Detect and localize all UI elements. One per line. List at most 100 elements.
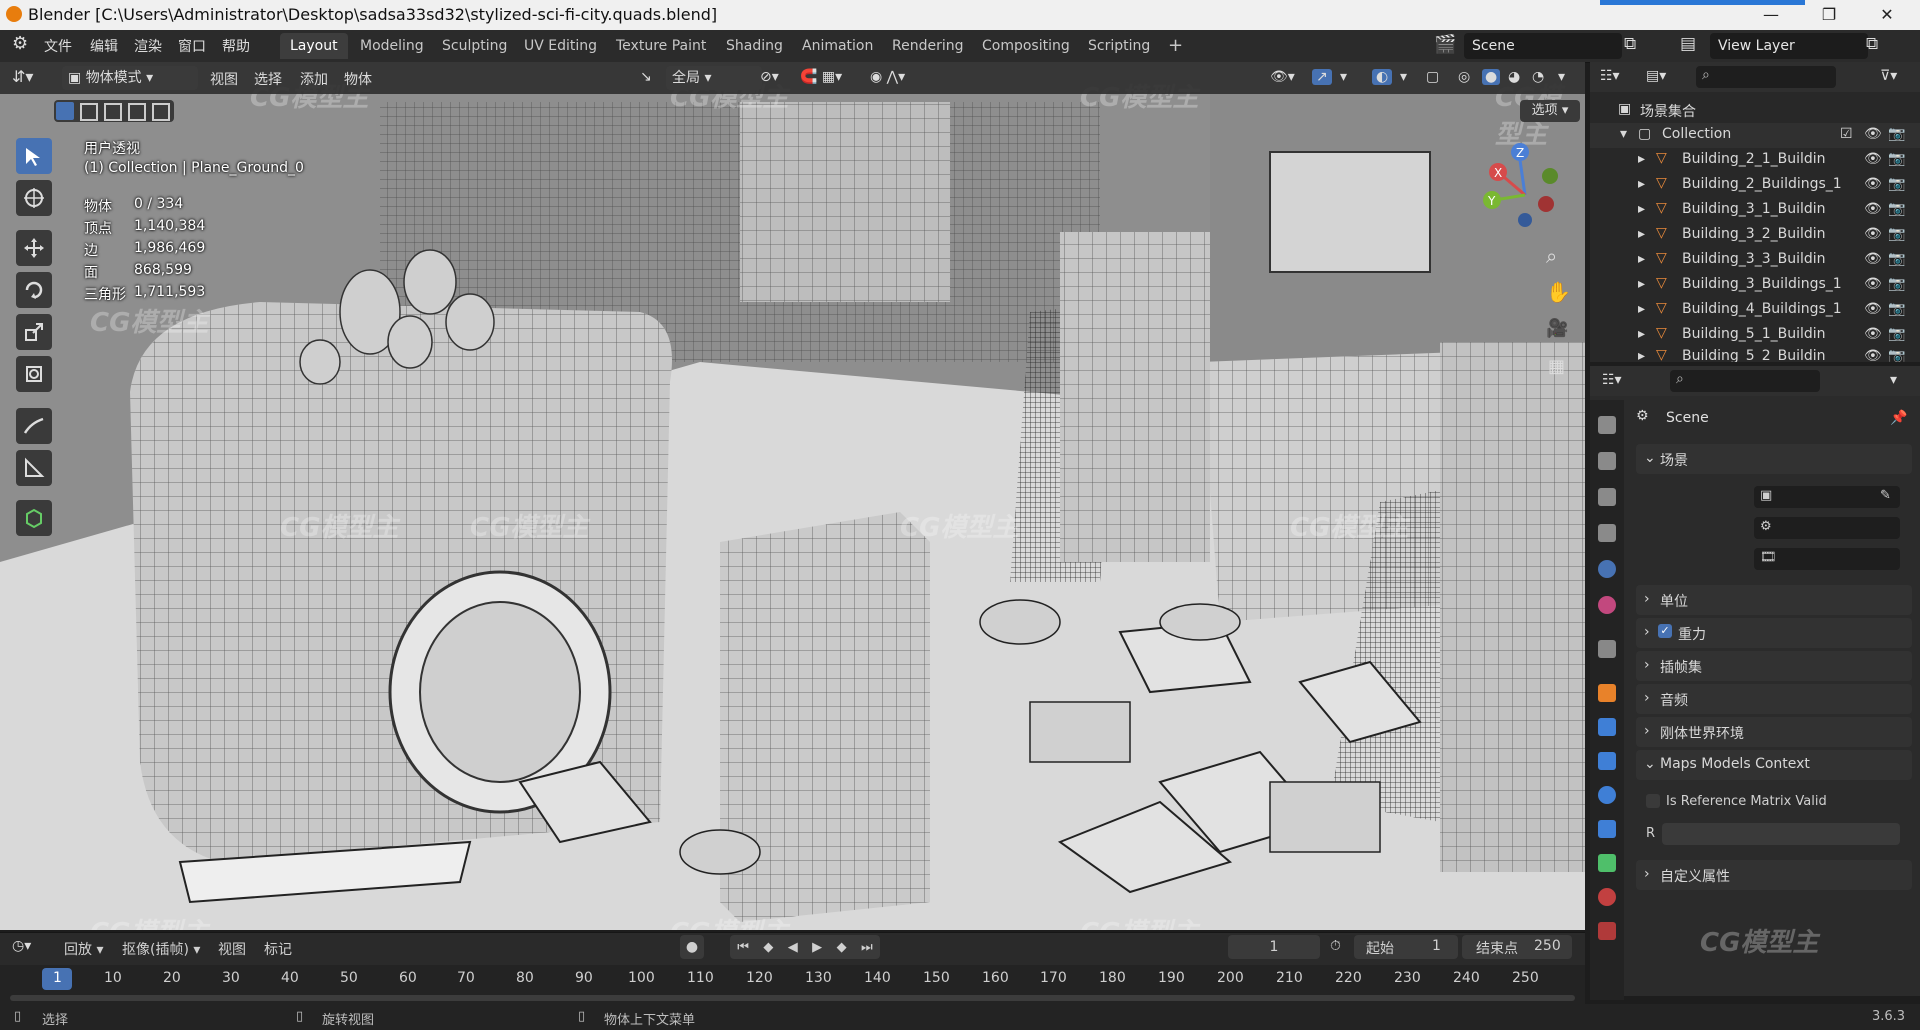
section-units[interactable]: › 单位 xyxy=(1636,585,1912,615)
tab-shading[interactable]: Shading xyxy=(716,33,793,59)
visibility-icon[interactable]: 👁▾ xyxy=(1270,69,1295,85)
section-scene[interactable]: ⌄ 场景 xyxy=(1636,444,1912,474)
camera-icon[interactable]: 📷 xyxy=(1888,151,1905,167)
collection-tab-icon[interactable] xyxy=(1598,640,1616,658)
timeline-scrollbar[interactable] xyxy=(10,995,1575,1001)
properties-editor-icon[interactable]: ☷▾ xyxy=(1602,372,1622,388)
expand-arrow-icon[interactable]: ▸ xyxy=(1638,251,1645,267)
expand-arrow-icon[interactable]: ▸ xyxy=(1638,276,1645,292)
tab-compositing[interactable]: Compositing xyxy=(972,33,1080,59)
select-box-tool-icon[interactable] xyxy=(16,138,52,174)
new-scene-icon[interactable]: ⧉ xyxy=(1624,34,1636,54)
camera-icon[interactable]: 📷 xyxy=(1888,226,1905,242)
properties-search-input[interactable]: ⌕ xyxy=(1670,370,1820,392)
prev-keyframe-icon[interactable]: ◆ xyxy=(763,940,773,955)
scene-tab-icon[interactable] xyxy=(1598,560,1616,578)
shading-wireframe-icon[interactable]: ◎ xyxy=(1458,69,1470,85)
shading-solid-icon[interactable]: ● xyxy=(1482,69,1501,85)
select-new-icon[interactable] xyxy=(56,102,74,120)
outliner-item[interactable]: ▸ ▽ Building_3_1_Buildin 👁 📷 xyxy=(1590,198,1920,223)
eye-icon[interactable]: 👁 xyxy=(1864,276,1882,292)
physics-tab-icon[interactable] xyxy=(1598,786,1616,804)
data-tab-icon[interactable] xyxy=(1598,854,1616,872)
select-extend-icon[interactable] xyxy=(80,103,98,121)
section-keying-sets[interactable]: › 插帧集 xyxy=(1636,651,1912,681)
timeline-editor-icon[interactable]: ◷▾ xyxy=(12,938,31,954)
section-custom-properties[interactable]: › 自定义属性 xyxy=(1636,860,1912,890)
eye-icon[interactable]: 👁 xyxy=(1864,151,1882,167)
object-tab-icon[interactable] xyxy=(1598,684,1616,702)
menu-render[interactable]: 渲染 xyxy=(134,36,162,56)
view-layer-selector[interactable]: View Layer xyxy=(1710,33,1868,59)
display-mode-icon[interactable]: ▤▾ xyxy=(1646,68,1666,84)
modifier-tab-icon[interactable] xyxy=(1598,718,1616,736)
zoom-icon[interactable]: ⌕ xyxy=(1546,244,1557,268)
menu-edit[interactable]: 编辑 xyxy=(90,36,118,56)
shading-rendered-icon[interactable]: ◔ xyxy=(1532,69,1544,85)
outliner-item[interactable]: ▸ ▽ Building_3_3_Buildin 👁 📷 xyxy=(1590,248,1920,273)
minimize-icon[interactable]: — xyxy=(1748,2,1794,28)
outliner-item[interactable]: ▸ ▽ Building_3_2_Buildin 👁 📷 xyxy=(1590,223,1920,248)
end-frame-field[interactable]: 结束点 250 xyxy=(1462,935,1572,959)
tab-rendering[interactable]: Rendering xyxy=(882,33,974,59)
gizmo-toggle-icon[interactable]: ↗ xyxy=(1312,69,1332,85)
outliner-item[interactable]: ▸ ▽ Building_4_Buildings_1 👁 📷 xyxy=(1590,298,1920,323)
menu-object[interactable]: 物体 xyxy=(344,69,372,89)
outliner-item[interactable]: ▸ ▽ Building_5_2_Buildin 👁 📷 xyxy=(1590,346,1920,362)
eye-icon[interactable]: 👁 xyxy=(1864,201,1882,217)
constraints-tab-icon[interactable] xyxy=(1598,820,1616,838)
world-tab-icon[interactable] xyxy=(1598,596,1616,614)
exclude-checkbox[interactable]: ☑ xyxy=(1840,126,1853,142)
camera-icon[interactable]: 📷 xyxy=(1888,348,1905,362)
camera-icon[interactable]: 📷 xyxy=(1888,176,1905,192)
select-subtract-icon[interactable] xyxy=(104,103,122,121)
camera-icon[interactable]: 📷 xyxy=(1888,126,1905,142)
playback-menu[interactable]: 回放 ▾ xyxy=(64,939,103,959)
navigation-gizmo[interactable]: Z X Y xyxy=(1480,140,1590,250)
blender-menu-icon[interactable]: ⚙ xyxy=(12,33,28,54)
camera-icon[interactable]: 📷 xyxy=(1888,326,1905,342)
view-layer-icon[interactable]: ▤ xyxy=(1680,34,1696,54)
menu-window[interactable]: 窗口 xyxy=(178,36,206,56)
tab-modeling[interactable]: Modeling xyxy=(350,33,434,59)
outliner-editor-icon[interactable]: ☷▾ xyxy=(1600,68,1620,84)
output-tab-icon[interactable] xyxy=(1598,488,1616,506)
rotate-tool-icon[interactable] xyxy=(16,272,52,308)
camera-icon[interactable]: 📷 xyxy=(1888,251,1905,267)
tab-layout[interactable]: Layout xyxy=(280,33,348,59)
keying-menu[interactable]: 抠像(插帧) ▾ xyxy=(122,939,200,959)
timeline-view-menu[interactable]: 视图 xyxy=(218,939,246,959)
shading-material-icon[interactable]: ◕ xyxy=(1508,69,1520,85)
camera-icon[interactable]: 📷 xyxy=(1888,301,1905,317)
eye-icon[interactable]: 👁 xyxy=(1864,226,1882,242)
transform-tool-icon[interactable] xyxy=(16,356,52,392)
chevron-down-icon[interactable]: ▾ xyxy=(1558,69,1565,85)
chevron-down-icon[interactable]: ▾ xyxy=(1400,69,1407,85)
proportional-edit-icon[interactable]: ◉ ⋀▾ xyxy=(870,69,905,85)
orientation-icon[interactable]: ↘ xyxy=(640,69,652,85)
tab-scripting[interactable]: Scripting xyxy=(1078,33,1160,59)
section-rigid-body-world[interactable]: › 刚体世界环境 xyxy=(1636,717,1912,747)
menu-help[interactable]: 帮助 xyxy=(222,36,250,56)
pan-hand-icon[interactable]: ✋ xyxy=(1546,280,1571,304)
eye-icon[interactable]: 👁 xyxy=(1864,251,1882,267)
eyedropper-icon[interactable]: ✎ xyxy=(1880,488,1891,503)
outliner-search-input[interactable]: ⌕ xyxy=(1696,66,1836,88)
3d-viewport[interactable]: CG模型主 CG模型主 CG模型主 CG模型主 CG模型主 CG模型主 CG模型… xyxy=(0,62,1585,930)
eye-icon[interactable]: 👁 xyxy=(1864,326,1882,342)
expand-arrow-icon[interactable]: ▸ xyxy=(1638,151,1645,167)
current-frame-field[interactable]: 1 xyxy=(1228,935,1320,959)
active-clip-field[interactable]: 🎞 xyxy=(1754,548,1900,570)
outliner-item[interactable]: ▸ ▽ Building_5_1_Buildin 👁 📷 xyxy=(1590,323,1920,348)
start-frame-field[interactable]: 起始 1 xyxy=(1354,935,1458,959)
tool-tab-icon[interactable] xyxy=(1598,416,1616,434)
options-dropdown[interactable]: 选项 ▾ xyxy=(1520,100,1580,122)
add-cube-tool-icon[interactable] xyxy=(16,500,52,536)
gravity-checkbox[interactable]: ✓ xyxy=(1658,624,1672,638)
expand-arrow-icon[interactable]: ▸ xyxy=(1638,176,1645,192)
select-invert-icon[interactable] xyxy=(128,103,146,121)
select-mode-buttons[interactable] xyxy=(54,100,174,122)
texture-tab-icon[interactable] xyxy=(1598,922,1616,940)
section-audio[interactable]: › 音频 xyxy=(1636,684,1912,714)
scene-icon[interactable]: 🎬 xyxy=(1434,34,1456,55)
